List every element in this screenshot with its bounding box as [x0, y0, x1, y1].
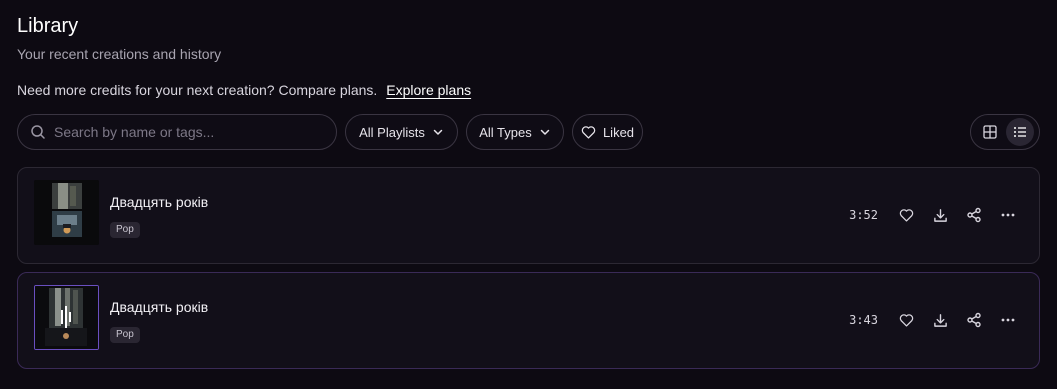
share-button[interactable] — [963, 204, 985, 226]
like-button[interactable] — [895, 204, 917, 226]
track-actions: 3:52 — [849, 204, 1019, 226]
grid-view-icon — [983, 125, 997, 139]
types-filter-label: All Types — [479, 124, 532, 140]
more-options-button[interactable] — [997, 309, 1019, 331]
download-button[interactable] — [929, 309, 951, 331]
more-icon — [1000, 312, 1016, 328]
genre-tag[interactable]: Pop — [110, 222, 140, 238]
list-view-button[interactable] — [1006, 118, 1034, 146]
like-button[interactable] — [895, 309, 917, 331]
heart-icon — [899, 313, 914, 327]
page-subtitle: Your recent creations and history — [17, 46, 222, 62]
heart-icon — [899, 208, 914, 222]
playlists-filter-dropdown[interactable]: All Playlists — [345, 114, 458, 150]
share-icon — [966, 312, 982, 328]
share-icon — [966, 207, 982, 223]
search-input[interactable] — [54, 124, 314, 140]
track-row[interactable]: Двадцять років Pop 3:52 — [17, 167, 1040, 264]
track-actions: 3:43 — [849, 309, 1019, 331]
credits-banner: Need more credits for your next creation… — [17, 82, 471, 98]
list-view-icon — [1013, 125, 1027, 139]
explore-plans-link[interactable]: Explore plans — [386, 82, 471, 98]
track-title[interactable]: Двадцять років — [110, 194, 208, 210]
chevron-down-icon — [432, 126, 444, 138]
track-duration: 3:52 — [849, 208, 878, 222]
types-filter-dropdown[interactable]: All Types — [466, 114, 564, 150]
view-toggle — [970, 114, 1040, 150]
more-icon — [1000, 207, 1016, 223]
toolbar: All Playlists All Types Liked — [17, 114, 1040, 150]
library-page: Library Your recent creations and histor… — [0, 0, 1057, 389]
download-icon — [933, 208, 948, 223]
download-button[interactable] — [929, 204, 951, 226]
genre-tag[interactable]: Pop — [110, 327, 140, 343]
track-row[interactable]: Двадцять років Pop 3:43 — [17, 272, 1040, 369]
search-box[interactable] — [17, 114, 337, 150]
download-icon — [933, 313, 948, 328]
track-duration: 3:43 — [849, 313, 878, 327]
more-options-button[interactable] — [997, 204, 1019, 226]
track-cover-image[interactable] — [34, 180, 99, 245]
liked-filter-label: Liked — [602, 124, 635, 140]
page-title: Library — [17, 15, 79, 37]
share-button[interactable] — [963, 309, 985, 331]
credits-text: Need more credits for your next creation… — [17, 82, 378, 98]
liked-filter-button[interactable]: Liked — [572, 114, 643, 150]
playlists-filter-label: All Playlists — [359, 124, 425, 140]
search-icon — [30, 124, 46, 140]
heart-icon — [581, 125, 596, 139]
track-cover-image[interactable] — [34, 285, 99, 350]
chevron-down-icon — [539, 126, 551, 138]
grid-view-button[interactable] — [976, 118, 1004, 146]
track-title[interactable]: Двадцять років — [110, 299, 208, 315]
